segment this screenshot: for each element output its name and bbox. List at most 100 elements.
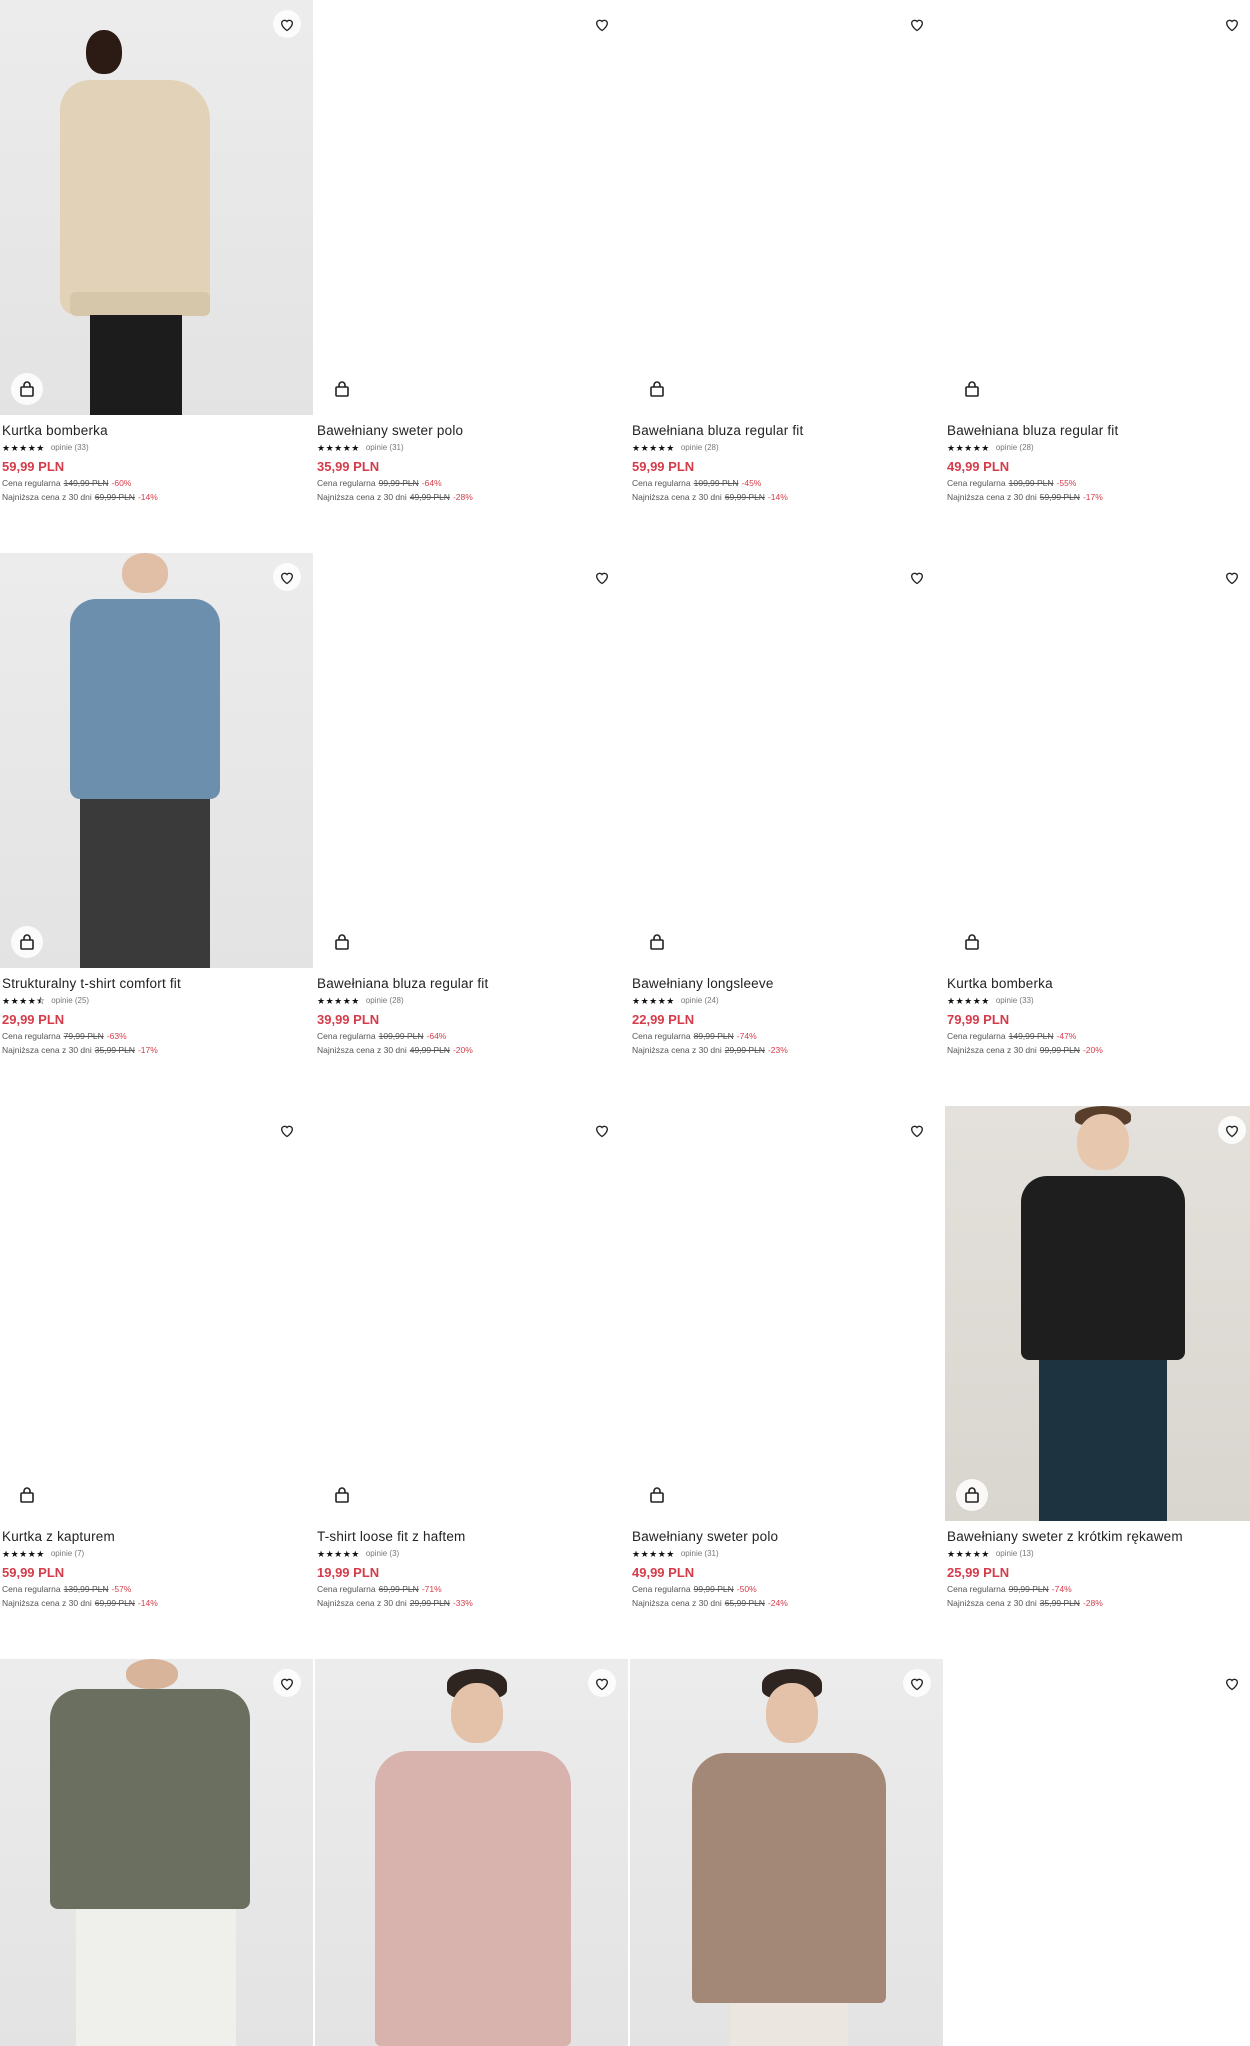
rating: ★★★★★ opinie (33) [2, 442, 307, 454]
review-count[interactable]: opinie (31) [366, 442, 404, 454]
product-card[interactable]: Bawełniany longsleeve ★★★★★ opinie (24) 2… [630, 553, 943, 1106]
add-to-cart-button[interactable] [11, 1479, 43, 1511]
favorite-button[interactable] [903, 10, 931, 38]
product-image[interactable] [945, 1106, 1250, 1521]
add-to-cart-button[interactable] [326, 373, 358, 405]
regular-price-label: Cena regularna [2, 478, 61, 488]
review-count[interactable]: opinie (25) [51, 995, 89, 1007]
product-image[interactable] [945, 0, 1250, 415]
product-card[interactable]: Bawełniany sweter polo ★★★★★ opinie (31) … [630, 1106, 943, 1659]
add-to-cart-button[interactable] [11, 926, 43, 958]
product-image[interactable] [0, 0, 313, 415]
heart-outline-icon [280, 1678, 294, 1690]
product-card[interactable] [315, 1659, 628, 2046]
product-card[interactable] [945, 1659, 1250, 2046]
review-count[interactable]: opinie (33) [51, 442, 89, 454]
favorite-button[interactable] [273, 1669, 301, 1697]
regular-discount: -57% [111, 1584, 132, 1594]
product-card[interactable]: Bawełniana bluza regular fit ★★★★★ opinie… [945, 0, 1250, 553]
product-name[interactable]: Bawełniana bluza regular fit [317, 975, 622, 993]
review-count[interactable]: opinie (24) [681, 995, 719, 1007]
add-to-cart-button[interactable] [956, 373, 988, 405]
add-to-cart-button[interactable] [326, 926, 358, 958]
review-count[interactable]: opinie (7) [51, 1548, 84, 1560]
product-image[interactable] [315, 1659, 628, 2046]
product-image[interactable] [0, 1659, 313, 2046]
favorite-button[interactable] [1218, 563, 1246, 591]
favorite-button[interactable] [588, 563, 616, 591]
regular-price-line: Cena regularna 139,99 PLN -57% [2, 1582, 307, 1596]
favorite-button[interactable] [273, 10, 301, 38]
product-image[interactable] [315, 553, 628, 968]
favorite-button[interactable] [903, 563, 931, 591]
product-card[interactable]: Bawełniana bluza regular fit ★★★★★ opinie… [315, 553, 628, 1106]
product-card[interactable]: Bawełniany sweter polo ★★★★★ opinie (31) … [315, 0, 628, 553]
product-image[interactable] [945, 553, 1250, 968]
favorite-button[interactable] [273, 563, 301, 591]
favorite-button[interactable] [273, 1116, 301, 1144]
review-count[interactable]: opinie (33) [996, 995, 1034, 1007]
product-name[interactable]: Bawełniany longsleeve [632, 975, 937, 993]
add-to-cart-button[interactable] [641, 1479, 673, 1511]
favorite-button[interactable] [1218, 1669, 1246, 1697]
regular-price-line: Cena regularna 69,99 PLN -71% [317, 1582, 622, 1596]
product-name[interactable]: Bawełniany sweter polo [317, 422, 622, 440]
product-name[interactable]: Bawełniany sweter polo [632, 1528, 937, 1546]
product-grid: Kurtka bomberka ★★★★★ opinie (33) 59,99 P… [0, 0, 1250, 2046]
review-count[interactable]: opinie (31) [681, 1548, 719, 1560]
product-image[interactable] [0, 553, 313, 968]
product-card[interactable]: Kurtka bomberka ★★★★★ opinie (33) 59,99 P… [0, 0, 313, 553]
favorite-button[interactable] [588, 1116, 616, 1144]
regular-price: 149,99 PLN [63, 478, 109, 488]
add-to-cart-button[interactable] [641, 373, 673, 405]
favorite-button[interactable] [903, 1669, 931, 1697]
add-to-cart-button[interactable] [641, 926, 673, 958]
product-name[interactable]: Kurtka bomberka [2, 422, 307, 440]
add-to-cart-button[interactable] [11, 373, 43, 405]
product-name[interactable]: Strukturalny t-shirt comfort fit [2, 975, 307, 993]
lowest-discount: -24% [767, 1598, 788, 1608]
product-image[interactable] [315, 0, 628, 415]
shopping-bag-icon [335, 1487, 349, 1503]
product-image[interactable] [945, 1659, 1250, 2046]
product-name[interactable]: Kurtka bomberka [947, 975, 1250, 993]
product-image[interactable] [630, 1659, 943, 2046]
product-name[interactable]: Bawełniany sweter z krótkim rękawem [947, 1528, 1250, 1546]
add-to-cart-button[interactable] [956, 1479, 988, 1511]
rating: ★★★★★ opinie (3) [317, 1548, 622, 1560]
product-image[interactable] [630, 1106, 943, 1521]
review-count[interactable]: opinie (28) [366, 995, 404, 1007]
add-to-cart-button[interactable] [956, 926, 988, 958]
product-image[interactable] [630, 553, 943, 968]
review-count[interactable]: opinie (28) [681, 442, 719, 454]
product-image[interactable] [630, 0, 943, 415]
product-image[interactable] [315, 1106, 628, 1521]
regular-price-line: Cena regularna 149,99 PLN -47% [947, 1029, 1250, 1043]
product-name[interactable]: Bawełniana bluza regular fit [947, 422, 1250, 440]
lowest-price-label: Najniższa cena z 30 dni [317, 492, 407, 502]
lowest-price-line: Najniższa cena z 30 dni 69,99 PLN -14% [2, 490, 307, 504]
favorite-button[interactable] [1218, 10, 1246, 38]
product-card[interactable]: Strukturalny t-shirt comfort fit ★★★★⯪ op… [0, 553, 313, 1106]
product-card[interactable]: Kurtka bomberka ★★★★★ opinie (33) 79,99 P… [945, 553, 1250, 1106]
rating-stars: ★★★★★ [317, 996, 360, 1006]
product-card[interactable]: Kurtka z kapturem ★★★★★ opinie (7) 59,99 … [0, 1106, 313, 1659]
product-name[interactable]: Kurtka z kapturem [2, 1528, 307, 1546]
product-card[interactable]: Bawełniany sweter z krótkim rękawem ★★★★… [945, 1106, 1250, 1659]
favorite-button[interactable] [1218, 1116, 1246, 1144]
product-image[interactable] [0, 1106, 313, 1521]
product-card[interactable] [0, 1659, 313, 2046]
product-card[interactable] [630, 1659, 943, 2046]
add-to-cart-button[interactable] [326, 1479, 358, 1511]
review-count[interactable]: opinie (28) [996, 442, 1034, 454]
favorite-button[interactable] [903, 1116, 931, 1144]
review-count[interactable]: opinie (3) [366, 1548, 399, 1560]
product-card[interactable]: Bawełniana bluza regular fit ★★★★★ opinie… [630, 0, 943, 553]
review-count[interactable]: opinie (13) [996, 1548, 1034, 1560]
favorite-button[interactable] [588, 1669, 616, 1697]
product-name[interactable]: Bawełniana bluza regular fit [632, 422, 937, 440]
regular-price-line: Cena regularna 99,99 PLN -50% [632, 1582, 937, 1596]
product-name[interactable]: T-shirt loose fit z haftem [317, 1528, 622, 1546]
product-card[interactable]: T-shirt loose fit z haftem ★★★★★ opinie (… [315, 1106, 628, 1659]
favorite-button[interactable] [588, 10, 616, 38]
